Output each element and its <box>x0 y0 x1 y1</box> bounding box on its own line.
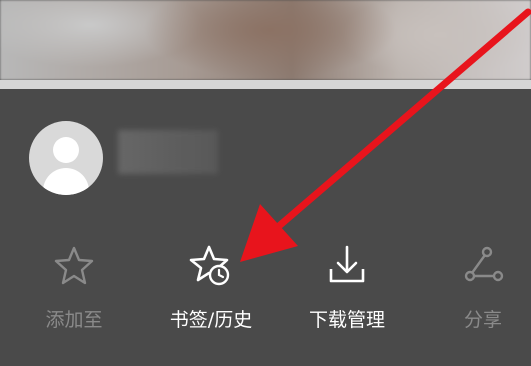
download-manager-button[interactable]: 下载管理 <box>292 238 402 338</box>
star-icon <box>54 246 94 285</box>
bookmarks-history-button[interactable]: 书签/历史 <box>156 238 266 338</box>
share-label: 分享 <box>463 309 502 331</box>
avatar-body <box>43 168 89 195</box>
bookmark-history-icon <box>189 245 230 286</box>
add-to-button[interactable]: 添加至 <box>19 238 129 338</box>
share-button[interactable]: 分享 <box>428 238 531 338</box>
bookmarks-history-label: 书签/历史 <box>169 309 253 331</box>
username-redacted <box>118 130 218 174</box>
add-to-label: 添加至 <box>45 309 103 331</box>
user-avatar[interactable] <box>29 121 103 195</box>
share-icon <box>464 246 504 282</box>
panel-divider <box>0 80 531 89</box>
background-photo <box>0 0 531 80</box>
download-manager-label: 下载管理 <box>308 309 385 331</box>
download-icon <box>329 245 365 283</box>
avatar-head <box>53 137 79 163</box>
